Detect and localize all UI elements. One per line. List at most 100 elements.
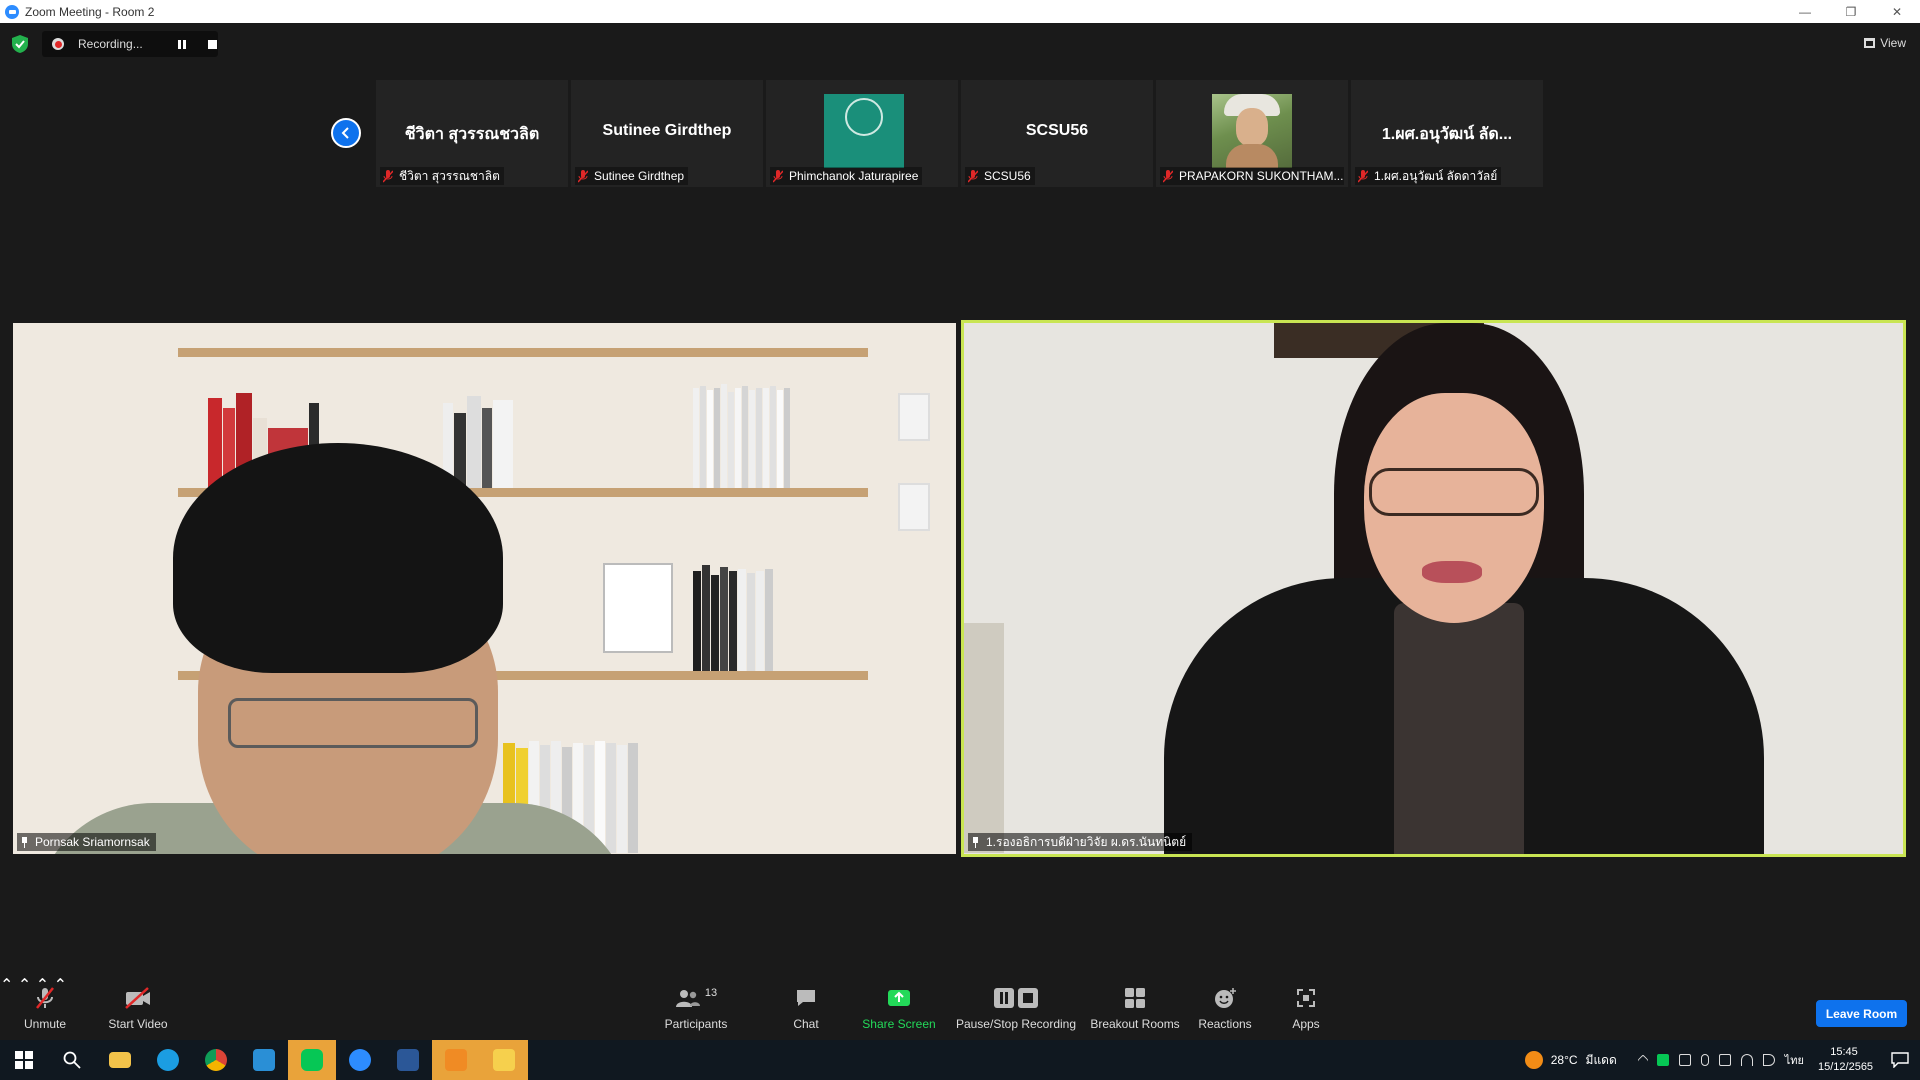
- input-language[interactable]: ไทย: [1785, 1051, 1804, 1069]
- profile-photo-avatar: [1212, 94, 1292, 168]
- share-screen-icon: [887, 985, 911, 1011]
- participant-name: Pornsak Sriamornsak: [35, 835, 150, 849]
- clock-date: 15/12/2565: [1818, 1061, 1874, 1073]
- participant-nameplate: Phimchanok Jaturapiree: [770, 167, 923, 185]
- apps-button[interactable]: Apps: [1286, 975, 1326, 1037]
- participant-nameplate: PRAPAKORN SUKONTHAM...: [1160, 167, 1344, 185]
- participant-name: ชีวิตา สุวรรณชาลิต: [399, 168, 500, 183]
- participant-name: 1.ผศ.อนุวัฒน์ ลัดดาวัลย์: [1374, 168, 1498, 183]
- unmute-label: Unmute: [23, 1017, 67, 1031]
- chevron-left-icon: [341, 127, 349, 139]
- mic-muted-icon: [1163, 169, 1173, 183]
- pause-stop-recording-label: Pause/Stop Recording: [955, 1017, 1077, 1031]
- participant-name: Phimchanok Jaturapiree: [789, 169, 919, 183]
- mic-muted-icon: [968, 169, 978, 183]
- participant-thumbnail-strip: ชีวิตา สุวรรณชวลิต ชีวิตา สุวรรณชาลิต Su…: [376, 80, 1543, 187]
- unmute-button[interactable]: Unmute: [20, 975, 70, 1037]
- weather-description: มีแดด: [1585, 1052, 1617, 1067]
- show-hidden-icons-chevron-icon[interactable]: [1637, 1054, 1649, 1066]
- wifi-icon[interactable]: [1740, 1054, 1753, 1066]
- windows-taskbar: 28°C มีแดด ไทย 15:45 15/12/2565: [0, 1040, 1920, 1080]
- video-tile-right-active-speaker[interactable]: 1.รองอธิการบดีฝ่ายวิจัย ผ.ดร.นันทนิตย์: [961, 320, 1906, 857]
- pause-recording-icon[interactable]: [178, 39, 186, 49]
- participants-button[interactable]: 13 Participants: [660, 975, 732, 1037]
- window-title: Zoom Meeting - Room 2: [25, 4, 155, 19]
- pause-stop-recording-button[interactable]: Pause/Stop Recording: [955, 975, 1077, 1037]
- participant-nameplate: 1.ผศ.อนุวัฒน์ ลัดดาวัลย์: [1355, 167, 1502, 185]
- weather-widget[interactable]: 28°C มีแดด: [1524, 1051, 1617, 1070]
- start-video-button[interactable]: Start Video: [105, 975, 171, 1037]
- participant-thumbnail[interactable]: SCSU56 SCSU56: [961, 80, 1153, 187]
- volume-icon[interactable]: [1762, 1054, 1775, 1066]
- apps-icon: [1295, 985, 1317, 1011]
- stop-recording-icon[interactable]: [208, 39, 217, 49]
- mic-muted-icon: [1358, 169, 1368, 183]
- reactions-label: Reactions: [1198, 1017, 1252, 1031]
- usb-icon[interactable]: [1678, 1054, 1691, 1066]
- participant-thumbnail[interactable]: Phimchanok Jaturapiree: [766, 80, 958, 187]
- mic-muted-icon: [34, 985, 56, 1011]
- participants-count: 13: [704, 987, 718, 999]
- file-explorer-icon[interactable]: [96, 1040, 144, 1080]
- view-button[interactable]: View: [1864, 33, 1906, 53]
- recording-dot-icon: [52, 38, 64, 50]
- breakout-rooms-icon: [1124, 985, 1146, 1011]
- reactions-button[interactable]: Reactions: [1198, 975, 1252, 1037]
- windows-start-icon[interactable]: [0, 1040, 48, 1080]
- zoom-app-icon[interactable]: [336, 1040, 384, 1080]
- presentation-app-icon[interactable]: [432, 1040, 480, 1080]
- participant-thumbnail[interactable]: ชีวิตา สุวรรณชวลิต ชีวิตา สุวรรณชาลิต: [376, 80, 568, 187]
- security-shield-icon[interactable]: [12, 35, 28, 53]
- chrome-browser-icon[interactable]: [192, 1040, 240, 1080]
- edge-browser-icon[interactable]: [144, 1040, 192, 1080]
- notification-center-icon[interactable]: [1880, 1040, 1920, 1080]
- window-controls: — ❐ ✕: [1782, 0, 1920, 23]
- previous-page-button[interactable]: [331, 118, 361, 148]
- participant-thumbnail[interactable]: PRAPAKORN SUKONTHAM...: [1156, 80, 1348, 187]
- participant-thumbnail[interactable]: Sutinee Girdthep Sutinee Girdthep: [571, 80, 763, 187]
- share-screen-label: Share Screen: [862, 1017, 936, 1031]
- restore-icon[interactable]: ❐: [1828, 0, 1874, 23]
- breakout-rooms-button[interactable]: Breakout Rooms: [1090, 975, 1180, 1037]
- word-app-icon[interactable]: [384, 1040, 432, 1080]
- system-clock[interactable]: 15:45 15/12/2565: [1818, 1045, 1874, 1075]
- line-app-icon[interactable]: [288, 1040, 336, 1080]
- recording-status: Recording...: [78, 37, 143, 51]
- sticky-notes-icon[interactable]: [480, 1040, 528, 1080]
- leave-room-button[interactable]: Leave Room: [1816, 1000, 1907, 1027]
- share-screen-button[interactable]: Share Screen: [861, 975, 937, 1037]
- line-tray-icon[interactable]: [1656, 1054, 1669, 1066]
- microsoft-store-icon[interactable]: [240, 1040, 288, 1080]
- meeting-toolbar: Unmute ⌃ Start Video ⌃ 13 Participants C…: [0, 975, 1920, 1037]
- mic-muted-icon: [578, 169, 588, 183]
- video-off-icon: [124, 985, 152, 1011]
- chat-button[interactable]: Chat: [785, 975, 827, 1037]
- view-grid-icon: [1864, 38, 1876, 48]
- apps-label: Apps: [1292, 1017, 1320, 1031]
- participant-thumbnail[interactable]: 1.ผศ.อนุวัฒน์ ลัด... 1.ผศ.อนุวัฒน์ ลัดดา…: [1351, 80, 1543, 187]
- participant-nameplate: Sutinee Girdthep: [575, 167, 689, 185]
- shelf: [178, 348, 868, 357]
- participants-label: Participants: [664, 1017, 728, 1031]
- video-tile-left[interactable]: Pornsak Sriamornsak: [13, 323, 956, 854]
- search-icon[interactable]: [48, 1040, 96, 1080]
- participant-display-name: Sutinee Girdthep: [602, 122, 732, 139]
- background-object: [964, 623, 1004, 853]
- zoom-app-icon: [5, 4, 19, 19]
- video-nameplate: 1.รองอธิการบดีฝ่ายวิจัย ผ.ดร.นันทนิตย์: [968, 833, 1193, 851]
- sun-icon: [1524, 1051, 1543, 1069]
- tray-icons: ไทย: [1637, 1051, 1804, 1069]
- view-label: View: [1880, 36, 1906, 50]
- start-video-label: Start Video: [108, 1017, 168, 1031]
- microphone-icon[interactable]: [1700, 1054, 1709, 1066]
- audio-options-chevron-icon[interactable]: ⌃: [0, 977, 13, 994]
- mic-muted-icon: [383, 169, 393, 183]
- display-icon[interactable]: [1718, 1054, 1731, 1066]
- clock-time: 15:45: [1830, 1046, 1858, 1058]
- breakout-rooms-label: Breakout Rooms: [1090, 1017, 1180, 1031]
- university-logo-avatar: [824, 94, 904, 168]
- minimize-icon[interactable]: —: [1782, 0, 1828, 23]
- participant-nameplate: ชีวิตา สุวรรณชาลิต: [380, 167, 504, 185]
- books: [443, 393, 514, 488]
- close-icon[interactable]: ✕: [1874, 0, 1920, 23]
